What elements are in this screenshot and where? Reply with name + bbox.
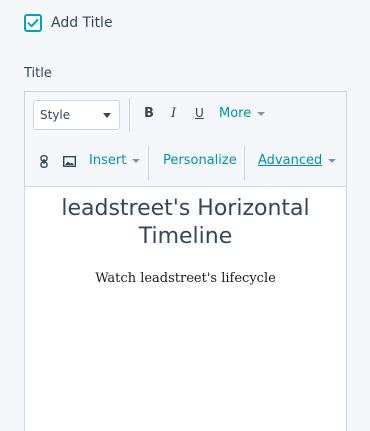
chevron-down-icon [328,158,337,163]
more-button[interactable]: More [219,106,266,121]
timeline-heading: leadstreet's Horizontal Timeline [61,196,310,249]
chevron-down-icon [103,113,111,118]
chevron-down-icon [132,158,141,163]
image-icon[interactable] [62,154,76,168]
toolbar-divider [244,146,245,180]
add-title-row[interactable]: Add Title [24,14,113,32]
editor-toolbar: Style B I U More Insert Personalize Adva… [25,92,346,187]
link-icon[interactable] [38,154,50,168]
italic-button[interactable]: I [171,106,176,121]
title-field-label: Title [24,66,52,81]
more-label: More [219,106,252,121]
chevron-down-icon [257,111,266,116]
bold-button[interactable]: B [144,106,154,121]
checkmark-icon [27,18,39,28]
style-select[interactable]: Style [33,100,120,130]
rich-text-editor: Style B I U More Insert Personalize Adva… [24,91,347,431]
timeline-subtitle: Watch leadstreet's lifecycle [95,271,276,286]
add-title-label: Add Title [51,15,113,31]
editor-content[interactable]: leadstreet's Horizontal Timeline Watch l… [25,187,346,286]
toolbar-divider [148,146,149,180]
personalize-button[interactable]: Personalize [163,153,237,168]
insert-button[interactable]: Insert [89,153,141,168]
toolbar-divider [129,98,130,132]
style-select-value: Style [40,108,71,122]
insert-label: Insert [89,153,127,168]
advanced-label: Advanced [258,153,323,168]
add-title-checkbox[interactable] [24,14,42,32]
advanced-button[interactable]: Advanced [258,153,337,168]
underline-button[interactable]: U [195,106,204,120]
